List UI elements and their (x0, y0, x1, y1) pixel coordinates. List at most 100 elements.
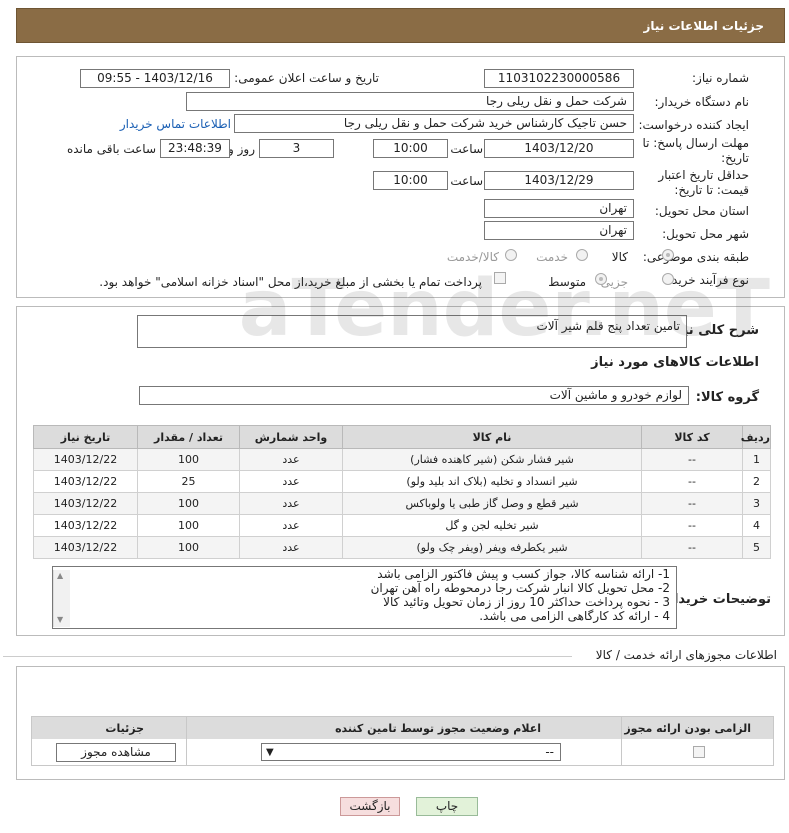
buyer-note-line: 2- محل تحویل کالا انبار شرکت رجا درمحوطه… (370, 581, 670, 595)
cell-need-date: 1403/12/22 (33, 536, 138, 559)
cell-item-code: -- (641, 492, 743, 515)
page-header: جزئیات اطلاعات نیاز (16, 8, 785, 43)
category-option-goods: کالا (611, 250, 628, 264)
buyer-note-line: 3 - نحوه پرداخت حداکثر 10 روز از زمان تح… (383, 595, 670, 609)
reply-deadline-time[interactable]: 10:00 (373, 139, 448, 158)
permits-section-title: اطلاعات مجوزهای ارائه خدمت / کالا (595, 648, 777, 662)
buyer-notes-label: توضیحات خریدار: (661, 592, 771, 607)
cell-row-number: 1 (742, 448, 771, 471)
announce-datetime-field[interactable]: 1403/12/16 - 09:55 (80, 69, 230, 88)
reply-deadline-time-label: ساعت (450, 142, 483, 156)
col-unit: واحد شمارش (239, 425, 343, 449)
cell-item-name: شیر تخلیه لجن و گل (342, 514, 642, 537)
buyer-note-line: 1- ارائه شناسه کالا، جواز کسب و پیش فاکت… (377, 567, 670, 581)
back-button[interactable]: بازگشت (340, 797, 400, 816)
price-validity-time-label: ساعت (450, 174, 483, 188)
delivery-city-label: شهر محل تحویل: (662, 227, 749, 241)
cell-item-code: -- (641, 514, 743, 537)
col-item-name: نام کالا (342, 425, 642, 449)
table-row[interactable]: 3 -- شیر قطع و وصل گاز طبی یا ولوباکس عد… (33, 492, 771, 515)
table-row[interactable]: 5 -- شیر یکطرفه ویفر (ویفر چک ولو) عدد 1… (33, 536, 771, 559)
permits-col-divider (621, 717, 622, 765)
goods-table-header: ردیف کد کالا نام کالا واحد شمارش تعداد /… (33, 425, 771, 449)
col-quantity: تعداد / مقدار (137, 425, 240, 449)
cell-quantity: 100 (137, 536, 240, 559)
cell-quantity: 100 (137, 492, 240, 515)
reply-deadline-date[interactable]: 1403/12/20 (484, 139, 634, 158)
delivery-province-label: استان محل تحویل: (654, 204, 749, 218)
category-radio-both[interactable] (505, 249, 517, 261)
delivery-city-field[interactable]: تهران (484, 221, 634, 240)
permit-status-value: -- (545, 745, 554, 759)
permit-required-checkbox[interactable] (693, 746, 705, 758)
cell-row-number: 5 (742, 536, 771, 559)
delivery-province-field[interactable]: تهران (484, 199, 634, 218)
buyer-note-line: 4 - ارائه کد کارگاهی الزامی می باشد. (479, 609, 670, 623)
cell-item-name: شیر فشار شکن (شیر کاهنده فشار) (342, 448, 642, 471)
cell-need-date: 1403/12/22 (33, 514, 138, 537)
permits-col-divider (186, 717, 187, 765)
buyer-org-label: نام دستگاه خریدار: (654, 95, 750, 109)
cell-item-name: شیر یکطرفه ویفر (ویفر چک ولو) (342, 536, 642, 559)
treasury-payment-checkbox[interactable] (494, 272, 506, 284)
cell-item-code: -- (641, 448, 743, 471)
price-validity-date[interactable]: 1403/12/29 (484, 171, 634, 190)
goods-group-label: گروه کالا: (695, 390, 759, 405)
cell-unit: عدد (239, 514, 343, 537)
cell-need-date: 1403/12/22 (33, 448, 138, 471)
goods-table: ردیف کد کالا نام کالا واحد شمارش تعداد /… (33, 425, 771, 559)
treasury-payment-note: پرداخت تمام یا بخشی از مبلغ خرید،از محل … (99, 275, 482, 289)
page-title: جزئیات اطلاعات نیاز (643, 19, 764, 33)
purchase-option-medium: متوسط (548, 275, 586, 289)
category-radio-service[interactable] (576, 249, 588, 261)
need-number-field[interactable]: 1103102230000586 (484, 69, 634, 88)
requester-label: ایجاد کننده درخواست: (638, 118, 749, 132)
purchase-radio-minor[interactable] (662, 273, 674, 285)
cell-need-date: 1403/12/22 (33, 492, 138, 515)
permit-status-select[interactable]: -- ▼ (261, 743, 561, 761)
view-permit-button[interactable]: مشاهده مجوز (56, 743, 176, 762)
price-validity-label: حداقل تاریخ اعتبار قیمت: تا تاریخ: (658, 168, 749, 197)
cell-row-number: 3 (742, 492, 771, 515)
table-row[interactable]: 1 -- شیر فشار شکن (شیر کاهنده فشار) عدد … (33, 448, 771, 471)
cell-quantity: 100 (137, 514, 240, 537)
scroll-up-icon[interactable]: ▲ (57, 571, 63, 580)
goods-section-title: اطلاعات کالاهای مورد نیاز (591, 355, 759, 370)
buyer-contact-link[interactable]: اطلاعات تماس خریدار (120, 117, 231, 131)
goods-group-field[interactable]: لوازم خودرو و ماشین آلات (139, 386, 689, 405)
description-field[interactable]: تامین تعداد پنج قلم شیر آلات (137, 315, 687, 348)
cell-row-number: 4 (742, 514, 771, 537)
cell-quantity: 25 (137, 470, 240, 493)
buyer-notes-field[interactable]: 1- ارائه شناسه کالا، جواز کسب و پیش فاکت… (52, 566, 677, 629)
cell-unit: عدد (239, 448, 343, 471)
cell-item-name: شیر قطع و وصل گاز طبی یا ولوباکس (342, 492, 642, 515)
table-row[interactable]: 4 -- شیر تخلیه لجن و گل عدد 100 1403/12/… (33, 514, 771, 537)
cell-unit: عدد (239, 492, 343, 515)
purchase-type-label: نوع فرآیند خرید : (664, 273, 749, 287)
category-radio-goods[interactable] (662, 249, 674, 261)
requester-field[interactable]: حسن تاجیک کارشناس خرید شرکت حمل و نقل ری… (234, 114, 634, 133)
cell-unit: عدد (239, 470, 343, 493)
permits-col-required: الزامی بودن ارائه مجوز (624, 722, 751, 735)
need-number-label: شماره نیاز: (692, 71, 749, 85)
remaining-time-label: ساعت باقی مانده (66, 142, 156, 156)
cell-item-name: شیر انسداد و تخلیه (بلاک اند بلید ولو) (342, 470, 642, 493)
print-button[interactable]: چاپ (416, 797, 478, 816)
cell-need-date: 1403/12/22 (33, 470, 138, 493)
table-row[interactable]: 2 -- شیر انسداد و تخلیه (بلاک اند بلید و… (33, 470, 771, 493)
buyer-org-field[interactable]: شرکت حمل و نقل ریلی رجا (186, 92, 634, 111)
permits-col-status: اعلام وضعیت مجوز توسط تامین کننده (335, 722, 541, 735)
cell-item-code: -- (641, 470, 743, 493)
scroll-down-icon[interactable]: ▼ (57, 615, 63, 624)
reply-deadline-label: مهلت ارسال پاسخ: تا تاریخ: (642, 136, 749, 165)
col-item-code: کد کالا (641, 425, 743, 449)
chevron-down-icon: ▼ (266, 747, 274, 758)
price-validity-time[interactable]: 10:00 (373, 171, 448, 190)
reply-days-label: روز و (228, 142, 255, 156)
col-need-date: تاریخ نیاز (33, 425, 138, 449)
permits-divider (3, 656, 572, 657)
purchase-radio-medium[interactable] (595, 273, 607, 285)
remaining-time-field: 23:48:39 (160, 139, 230, 158)
reply-days-field[interactable]: 3 (259, 139, 334, 158)
cell-quantity: 100 (137, 448, 240, 471)
